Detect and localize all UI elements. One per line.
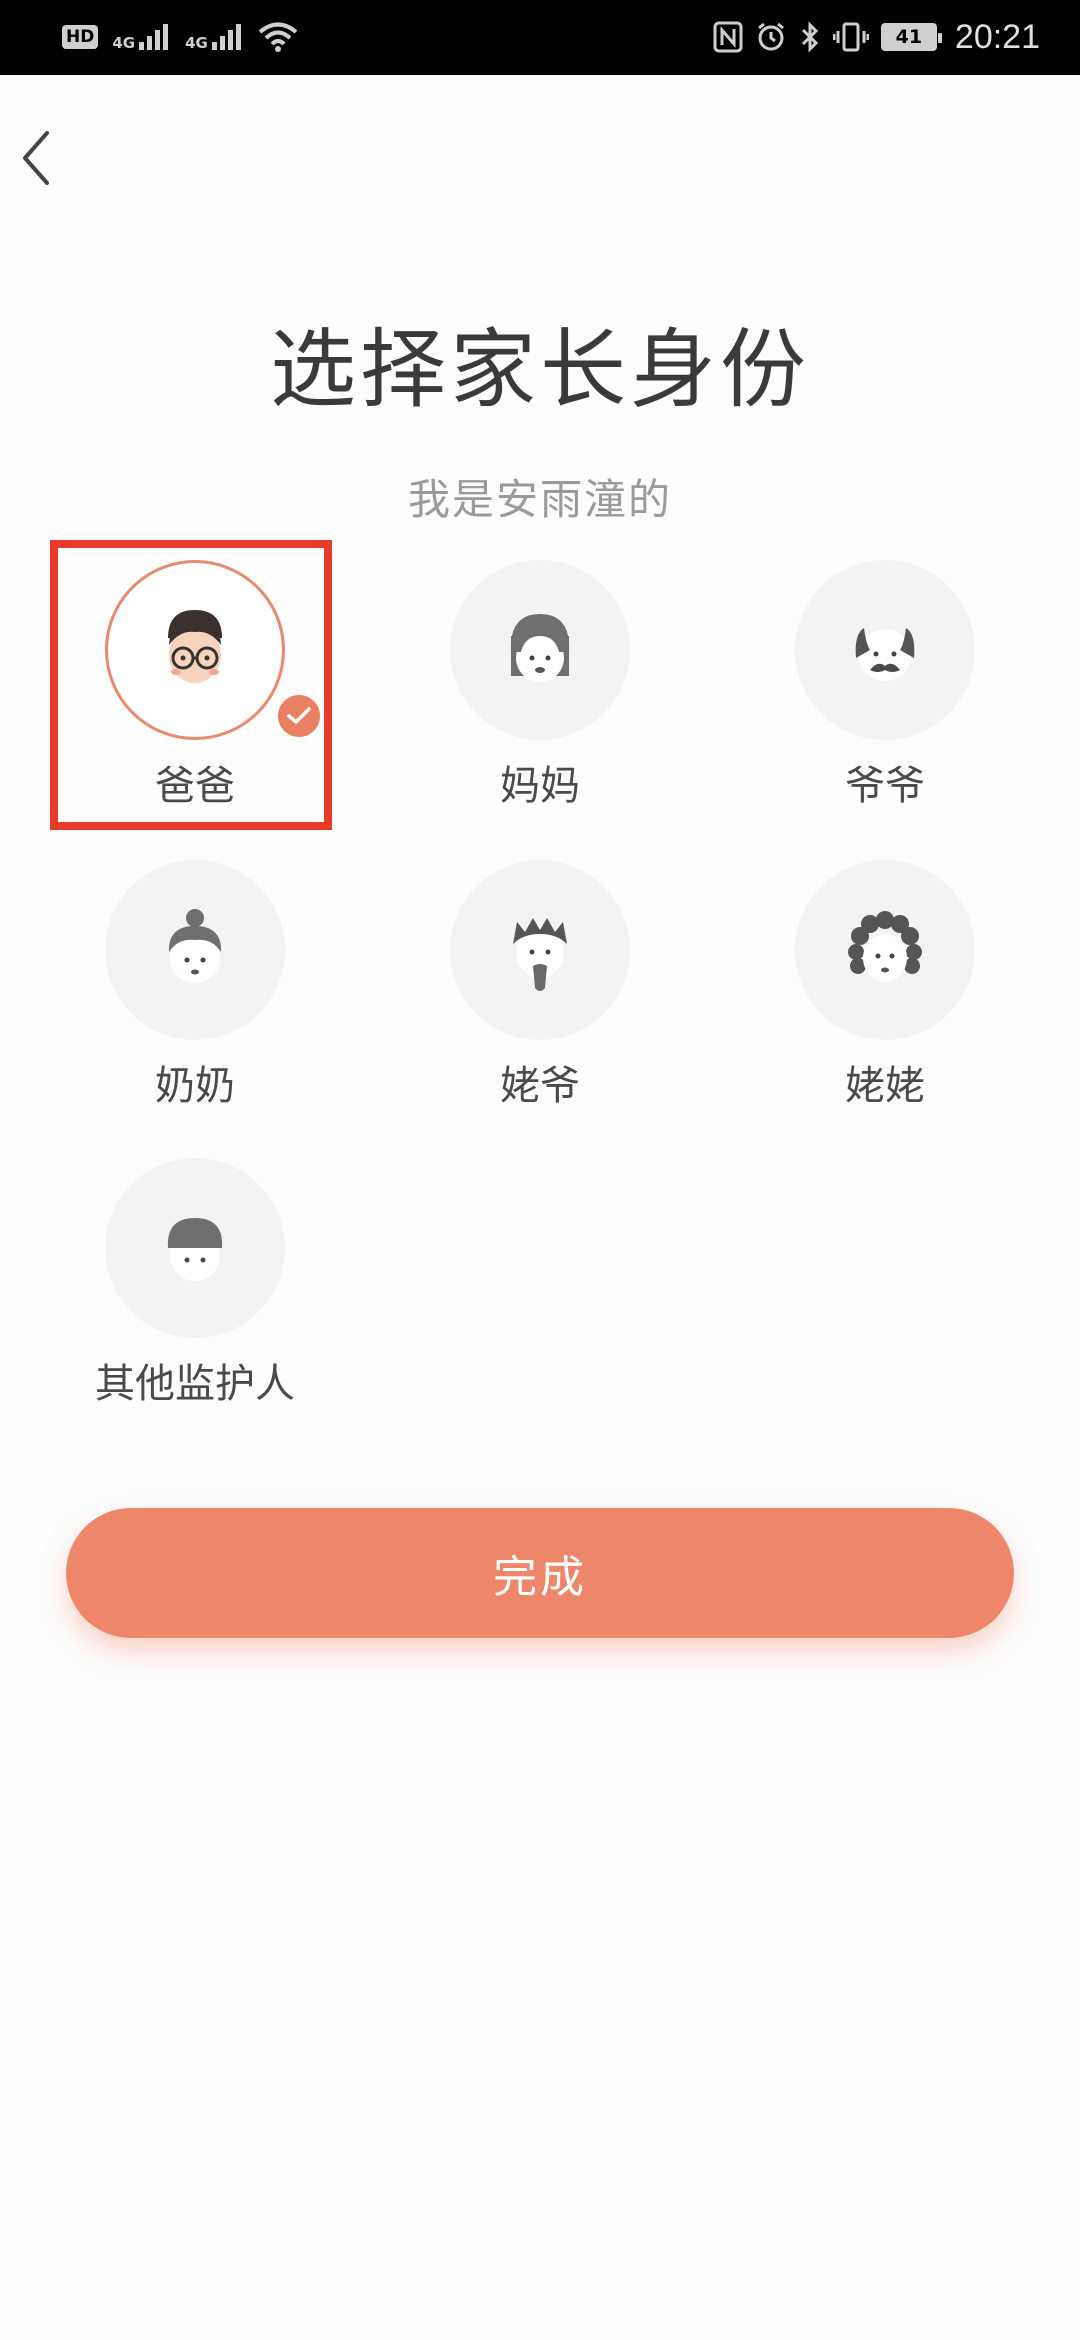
selection-highlight-box	[50, 540, 332, 830]
role-label: 奶奶	[155, 1063, 235, 1109]
role-option-maternal-grandpa[interactable]: 姥爷	[420, 860, 660, 1120]
role-option-grandma[interactable]: 奶奶	[75, 860, 315, 1120]
nfc-icon	[713, 21, 743, 53]
done-button[interactable]: 完成	[66, 1508, 1014, 1638]
role-label: 姥姥	[845, 1063, 925, 1109]
wifi-icon	[258, 22, 298, 52]
page-subtitle: 我是安雨潼的	[407, 475, 672, 524]
page-title: 选择家长身份	[270, 320, 810, 420]
other-guardian-avatar-icon	[167, 1218, 223, 1281]
status-right: 41 20:21	[713, 12, 1040, 62]
signal-icon	[211, 24, 241, 50]
avatar-circle	[105, 860, 285, 1040]
maternal-grandma-avatar-icon	[848, 911, 922, 982]
status-bar: HD 4G 4G 41 20:21	[0, 0, 1080, 75]
bluetooth-icon	[801, 21, 819, 53]
network-signal-2: 4G	[185, 22, 244, 52]
status-left: HD 4G 4G	[62, 12, 298, 62]
avatar-circle	[450, 860, 630, 1040]
role-option-maternal-grandma[interactable]: 姥姥	[765, 860, 1005, 1120]
signal-icon	[139, 24, 169, 50]
status-time: 20:21	[954, 17, 1040, 56]
maternal-grandpa-avatar-icon	[513, 918, 567, 991]
role-option-mother[interactable]: 妈妈	[420, 560, 660, 820]
chevron-left-icon	[23, 131, 49, 185]
vibrate-icon	[832, 22, 869, 52]
avatar-circle	[795, 560, 975, 740]
role-label: 妈妈	[500, 763, 580, 809]
avatar-circle	[450, 560, 630, 740]
role-option-grandpa[interactable]: 爷爷	[765, 560, 1005, 820]
role-label: 爷爷	[845, 763, 925, 809]
alarm-icon	[757, 22, 784, 51]
avatar-circle	[795, 860, 975, 1040]
hd-icon: HD	[62, 25, 99, 49]
grandpa-avatar-icon	[855, 628, 915, 681]
role-label: 姥爷	[500, 1063, 580, 1109]
role-option-other-guardian[interactable]: 其他监护人	[75, 1158, 315, 1418]
battery-icon: 41	[880, 23, 942, 51]
mother-avatar-icon	[510, 614, 570, 682]
avatar-circle	[105, 1158, 285, 1338]
back-button[interactable]	[6, 118, 66, 198]
network-signal-1: 4G	[112, 22, 171, 52]
grandma-avatar-icon	[168, 909, 222, 983]
role-label: 其他监护人	[95, 1361, 295, 1407]
